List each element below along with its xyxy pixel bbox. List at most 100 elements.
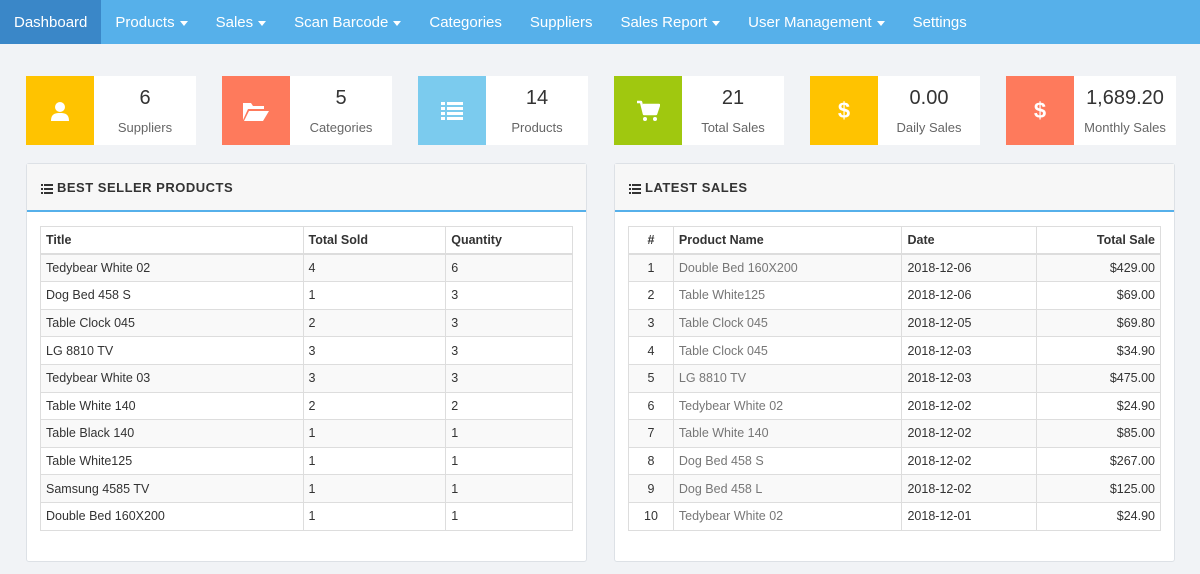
cell-date: 2018-12-02 — [901, 446, 1038, 476]
cell-number: 1 — [628, 253, 674, 283]
cell-total-sold: 1 — [302, 446, 447, 476]
cell-total-sale: $69.00 — [1036, 281, 1161, 310]
stat-card-suppliers: 6 Suppliers — [26, 76, 196, 145]
caret-down-icon — [876, 20, 885, 26]
nav-products[interactable]: Products — [101, 0, 201, 44]
caret-down-icon — [179, 20, 188, 26]
stat-value: 21 — [721, 86, 745, 109]
cell-title: LG 8810 TV — [40, 336, 304, 365]
cell-total-sold: 1 — [302, 501, 447, 531]
nav-label: Sales Report — [620, 13, 708, 31]
cell-date: 2018-12-02 — [901, 391, 1038, 421]
table-row: 10 Tedybear White 02 2018-12-01 $24.90 — [628, 501, 1161, 531]
table-row: 9 Dog Bed 458 L 2018-12-02 $125.00 — [628, 474, 1161, 503]
cell-product-name: Table Clock 045 — [672, 308, 903, 338]
nav-sales-report[interactable]: Sales Report — [606, 0, 734, 44]
cell-total-sold: 1 — [302, 281, 447, 310]
list-icon — [41, 182, 53, 194]
column-header-product-name: Product Name — [672, 226, 903, 256]
cell-date: 2018-12-02 — [901, 419, 1038, 448]
nav-label: Settings — [912, 13, 967, 31]
nav-sales[interactable]: Sales — [202, 0, 281, 44]
cell-quantity: 3 — [445, 363, 573, 393]
cell-total-sale: $24.90 — [1036, 501, 1161, 531]
cell-title: Tedybear White 03 — [40, 363, 304, 393]
caret-down-icon — [393, 20, 402, 26]
cell-quantity: 2 — [445, 391, 573, 421]
cell-total-sold: 2 — [302, 391, 447, 421]
cell-total-sale: $34.90 — [1036, 336, 1161, 365]
cell-date: 2018-12-06 — [901, 281, 1038, 310]
table-row: Dog Bed 458 S13 — [40, 281, 573, 310]
table-row: Table Black 140 1 1 — [40, 419, 573, 448]
table-row: Double Bed 160X200 1 1 — [40, 501, 573, 531]
nav-label: Sales — [215, 13, 254, 31]
dollar-glyph: $ — [1033, 97, 1047, 123]
column-header-total-sale: Total Sale — [1036, 226, 1161, 256]
table-row: Tedybear White 02 4 6 — [40, 253, 573, 283]
nav-user-management[interactable]: User Management — [734, 0, 898, 44]
nav-label: Products — [115, 13, 175, 31]
stat-label: Suppliers — [117, 119, 173, 135]
cell-title: Table Clock 045 — [40, 308, 304, 338]
cell-quantity: 1 — [445, 419, 573, 448]
stat-label: Total Sales — [701, 119, 765, 135]
stat-label: Monthly Sales — [1084, 119, 1166, 135]
stat-value: 6 — [139, 86, 151, 109]
cell-product-name: Table Clock 045 — [672, 336, 903, 365]
nav-categories[interactable]: Categories — [415, 0, 516, 44]
cell-total-sold: 2 — [302, 308, 447, 338]
table-row: 7 Table White 140 2018-12-02 $85.00 — [628, 419, 1161, 448]
cell-number: 9 — [628, 474, 674, 503]
cell-date: 2018-12-05 — [901, 308, 1038, 338]
panel-header: BEST SELLER PRODUCTS — [27, 164, 586, 212]
cell-title: Dog Bed 458 S — [40, 281, 304, 310]
stat-label: Daily Sales — [896, 119, 962, 135]
cell-total-sold: 1 — [302, 419, 447, 448]
cell-total-sale: $69.80 — [1036, 308, 1161, 338]
stat-label: Products — [511, 119, 563, 135]
cell-total-sale: $475.00 — [1036, 363, 1161, 393]
panel-title: LATEST SALES — [645, 179, 748, 195]
cell-product-name: LG 8810 TV — [672, 363, 903, 393]
stat-value: 14 — [525, 86, 549, 109]
nav-settings[interactable]: Settings — [899, 0, 981, 44]
stat-card-daily-sales: $ 0.00 Daily Sales — [810, 76, 980, 145]
table-row: 4 Table Clock 045 2018-12-03 $34.90 — [628, 336, 1161, 365]
panel-title: BEST SELLER PRODUCTS — [57, 179, 234, 195]
latest-sales-table: # Product Name Date Total Sale 1 Double B… — [628, 226, 1161, 531]
cell-product-name: Dog Bed 458 L — [672, 474, 903, 503]
cell-title: Double Bed 160X200 — [40, 501, 304, 531]
nav-dashboard[interactable]: Dashboard — [0, 0, 102, 44]
cell-quantity: 3 — [445, 308, 573, 338]
nav-scan-barcode[interactable]: Scan Barcode — [280, 0, 415, 44]
folder-open-icon — [222, 76, 290, 145]
cell-total-sale: $267.00 — [1036, 446, 1161, 476]
cell-date: 2018-12-01 — [901, 501, 1038, 531]
table-row: 3 Table Clock 045 2018-12-05 $69.80 — [628, 308, 1161, 338]
table-row: Table Clock 045 2 3 — [40, 308, 573, 338]
table-row: 5 LG 8810 TV 2018-12-03 $475.00 — [628, 363, 1161, 393]
cell-number: 4 — [628, 336, 674, 365]
nav-label: User Management — [748, 13, 872, 31]
cell-total-sold: 3 — [302, 363, 447, 393]
best-seller-table: Title Total Sold Quantity Tedybear White… — [40, 226, 573, 531]
cell-date: 2018-12-06 — [901, 253, 1038, 283]
column-header-date: Date — [901, 226, 1038, 256]
panel-header: LATEST SALES — [615, 164, 1174, 212]
dollar-glyph: $ — [837, 97, 851, 123]
best-seller-panel: BEST SELLER PRODUCTS Title Total Sold Qu… — [26, 163, 587, 562]
cell-quantity: 1 — [445, 446, 573, 476]
cell-product-name: Tedybear White 02 — [672, 391, 903, 421]
cart-icon — [614, 76, 682, 145]
caret-down-icon — [712, 20, 721, 26]
stat-value: 0.00 — [909, 86, 949, 109]
cell-total-sale: $85.00 — [1036, 419, 1161, 448]
nav-suppliers[interactable]: Suppliers — [516, 0, 607, 44]
column-header-title: Title — [40, 226, 304, 256]
cell-product-name: Table White125 — [672, 281, 903, 310]
table-row: 1 Double Bed 160X200 2018-12-06 $429.00 — [628, 253, 1161, 283]
cell-date: 2018-12-02 — [901, 474, 1038, 503]
cell-number: 8 — [628, 446, 674, 476]
cell-number: 7 — [628, 419, 674, 448]
